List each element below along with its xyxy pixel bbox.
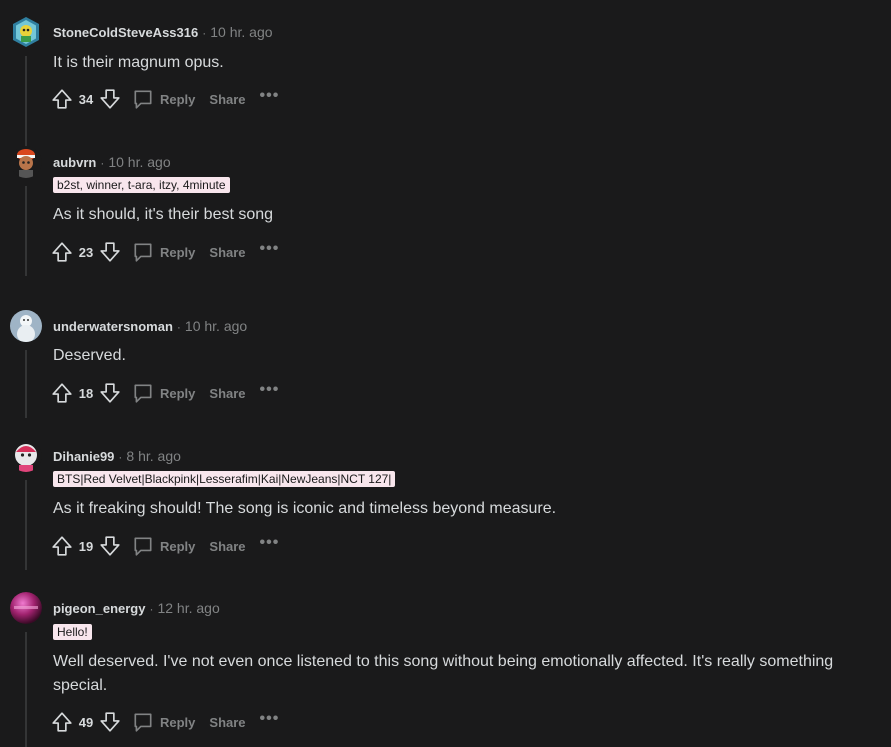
comment-actions: 19 Reply Share ••• [50, 533, 279, 559]
downvote-icon[interactable] [98, 381, 122, 405]
comment-actions: 34 Reply Share ••• [50, 86, 279, 112]
more-options-icon[interactable]: ••• [260, 88, 280, 107]
downvote-icon[interactable] [98, 534, 122, 558]
timestamp[interactable]: 10 hr. ago [108, 154, 170, 170]
comment-meta: underwatersnoman · 10 hr. ago [53, 318, 247, 335]
reply-button[interactable]: Reply [132, 241, 195, 263]
thread-line[interactable] [25, 632, 27, 747]
share-button[interactable]: Share [209, 715, 245, 730]
comment-bubble-icon [134, 537, 152, 556]
reply-label: Reply [160, 714, 196, 730]
vote-score: 18 [78, 385, 94, 401]
comment-body: As it freaking should! The song is iconi… [53, 500, 557, 517]
upvote-icon[interactable] [50, 87, 74, 111]
comment-bubble-icon [134, 243, 152, 262]
comment-meta: Dihanie99 · 8 hr. ago [53, 448, 181, 465]
user-flair: BTS|Red Velvet|Blackpink|Lesserafim|Kai|… [53, 471, 396, 487]
snoo-avatar-gecko-icon[interactable] [10, 16, 42, 48]
timestamp[interactable]: 8 hr. ago [126, 448, 181, 464]
reply-button[interactable]: Reply [132, 535, 195, 557]
reply-button[interactable]: Reply [132, 382, 195, 404]
snoo-avatar-beanie-icon[interactable] [10, 146, 42, 178]
separator-dot: · [202, 26, 207, 40]
upvote-icon[interactable] [50, 381, 74, 405]
username[interactable]: pigeon_energy [53, 601, 145, 616]
reply-label: Reply [160, 244, 196, 260]
timestamp[interactable]: 10 hr. ago [210, 24, 272, 40]
comment-actions: 23 Reply Share ••• [50, 239, 279, 265]
upvote-icon[interactable] [50, 240, 74, 264]
separator-dot: · [176, 320, 181, 334]
comment-bubble-icon [134, 384, 152, 403]
comment-body: Deserved. [53, 347, 126, 364]
downvote-icon[interactable] [98, 240, 122, 264]
share-button[interactable]: Share [209, 539, 245, 554]
separator-dot: · [149, 602, 154, 616]
timestamp[interactable]: 12 hr. ago [157, 600, 219, 616]
thread-line[interactable] [25, 186, 27, 276]
separator-dot: · [118, 450, 123, 464]
more-options-icon[interactable]: ••• [260, 241, 280, 260]
user-flair: Hello! [53, 624, 92, 640]
more-options-icon[interactable]: ••• [260, 711, 280, 730]
vote-score: 34 [78, 91, 94, 107]
pink-orb-avatar-icon[interactable] [10, 592, 42, 624]
comment-bubble-icon [134, 90, 152, 109]
username[interactable]: Dihanie99 [53, 449, 114, 464]
comment-meta: aubvrn · 10 hr. ago [53, 154, 171, 171]
more-options-icon[interactable]: ••• [260, 535, 280, 554]
thread-line[interactable] [25, 56, 27, 150]
username[interactable]: underwatersnoman [53, 319, 173, 334]
thread-line[interactable] [25, 480, 27, 570]
username[interactable]: aubvrn [53, 155, 96, 170]
reply-button[interactable]: Reply [132, 711, 195, 733]
separator-dot: · [100, 156, 105, 170]
user-flair: b2st, winner, t-ara, itzy, 4minute [53, 177, 230, 193]
comment-meta: pigeon_energy · 12 hr. ago [53, 600, 220, 617]
comment-body: Well deserved. I've not even once listen… [53, 653, 834, 694]
downvote-icon[interactable] [98, 87, 122, 111]
reply-label: Reply [160, 91, 196, 107]
vote-score: 19 [78, 538, 94, 554]
thread-line[interactable] [25, 350, 27, 418]
comment-bubble-icon [134, 713, 152, 732]
vote-score: 23 [78, 244, 94, 260]
reply-button[interactable]: Reply [132, 88, 195, 110]
upvote-icon[interactable] [50, 534, 74, 558]
comment-body: As it should, it's their best song [53, 206, 274, 223]
snowman-avatar-icon[interactable] [10, 310, 42, 342]
reply-label: Reply [160, 538, 196, 554]
share-button[interactable]: Share [209, 92, 245, 107]
share-button[interactable]: Share [209, 386, 245, 401]
upvote-icon[interactable] [50, 710, 74, 734]
reply-label: Reply [160, 385, 196, 401]
vote-score: 49 [78, 714, 94, 730]
comment-body: It is their magnum opus. [53, 54, 224, 71]
more-options-icon[interactable]: ••• [260, 382, 280, 401]
comment-actions: 49 Reply Share ••• [50, 709, 279, 735]
comment-actions: 18 Reply Share ••• [50, 380, 279, 406]
share-button[interactable]: Share [209, 245, 245, 260]
timestamp[interactable]: 10 hr. ago [185, 318, 247, 334]
downvote-icon[interactable] [98, 710, 122, 734]
comment-meta: StoneColdSteveAss316 · 10 hr. ago [53, 24, 273, 41]
username[interactable]: StoneColdSteveAss316 [53, 25, 198, 40]
snoo-avatar-red-icon[interactable] [10, 440, 42, 472]
